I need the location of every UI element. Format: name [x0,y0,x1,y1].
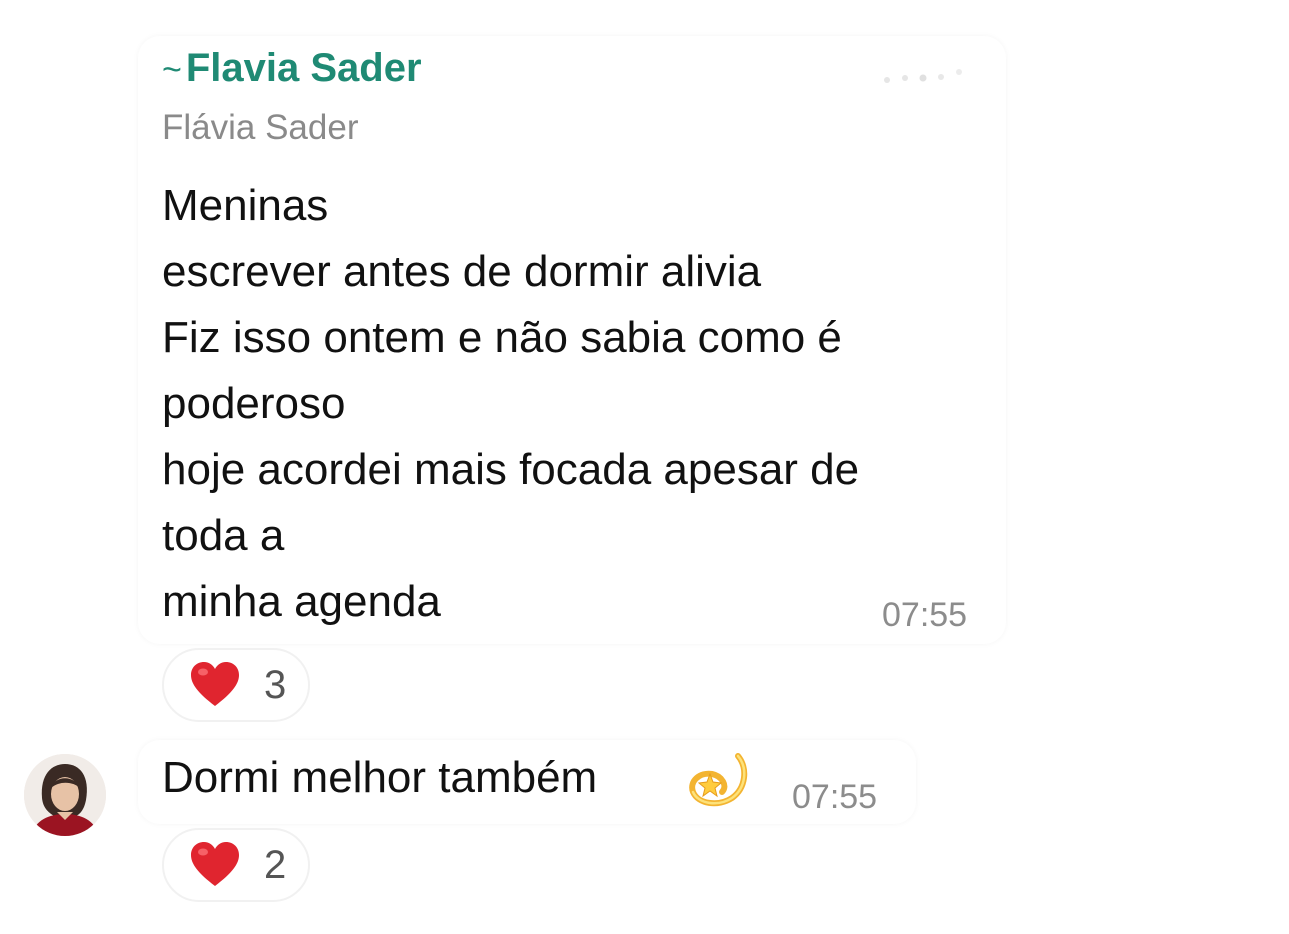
reaction-badge[interactable]: 3 [162,648,310,722]
message-timestamp: 07:55 [882,596,968,634]
message-text: Dormi melhor também [162,753,598,802]
reaction-badge[interactable]: 2 [162,828,310,902]
dizzy-icon [689,753,748,807]
avatar-photo [24,754,106,836]
message-line: minha agenda [162,577,441,626]
message-text: Meninas escrever antes de dormir alivia … [162,173,992,635]
heart-icon [191,662,239,706]
message-line: Fiz isso ontem e não sabia como é [162,313,842,362]
message-line: poderoso [162,379,346,428]
sender-contact-name: Flávia Sader [162,108,359,147]
message-line: toda a [162,511,285,560]
avatar[interactable] [24,754,106,836]
sender-display-name[interactable]: ~ Flavia Sader [162,46,422,91]
message-line: Meninas [162,181,329,230]
message-line: hoje acordei mais focada apesar de [162,445,860,494]
message-line: escrever antes de dormir alivia [162,247,762,296]
reaction-count: 3 [264,662,287,707]
sender-prefix: ~ [162,51,182,89]
redacted-phone-icon [884,69,962,83]
heart-icon [191,842,239,886]
message-timestamp: 07:55 [792,778,878,816]
sender-name-label: Flavia Sader [185,46,422,90]
reaction-count: 2 [264,842,287,887]
